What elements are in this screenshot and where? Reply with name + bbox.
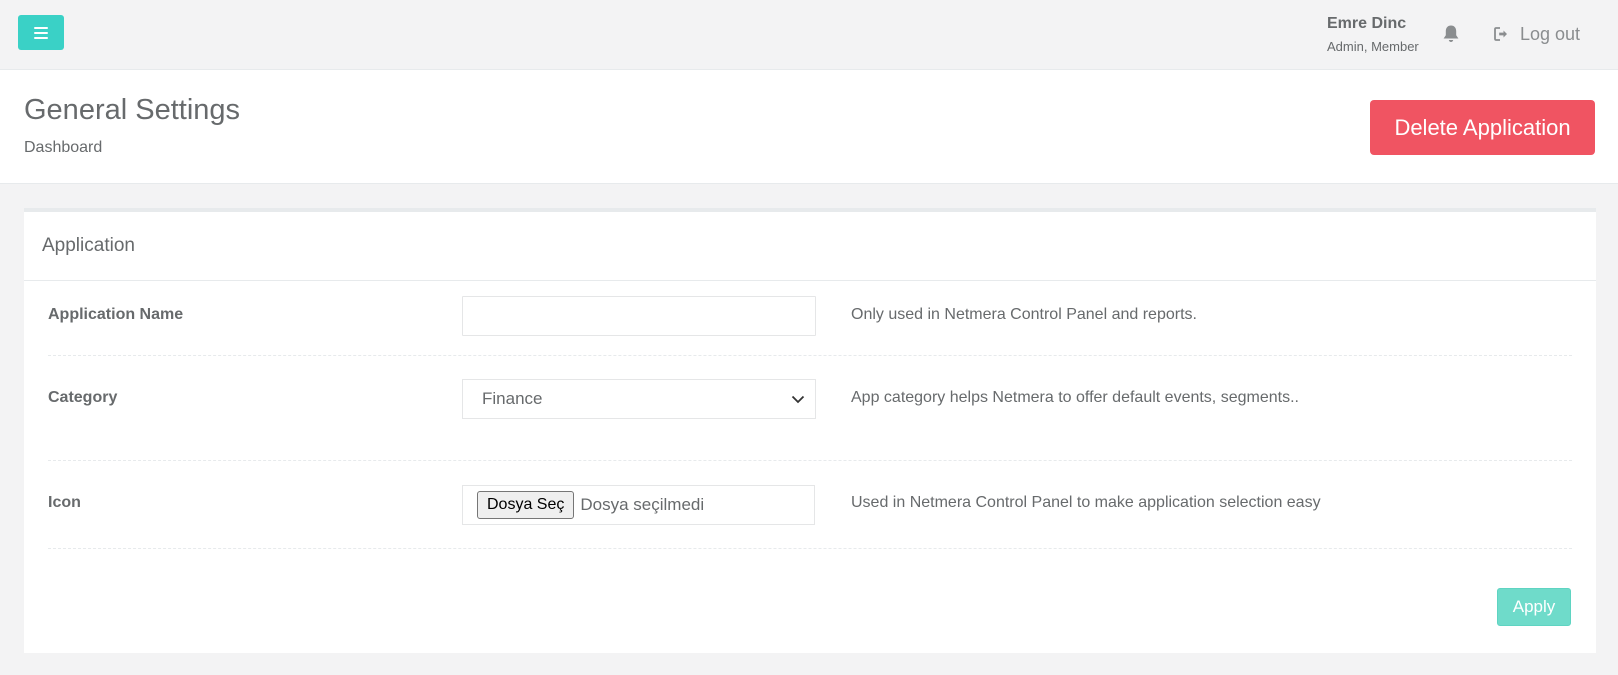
logout-label: Log out	[1520, 23, 1581, 44]
menu-toggle-button[interactable]	[18, 15, 64, 50]
apply-button[interactable]: Apply	[1497, 588, 1571, 626]
icon-file-input: Dosya Seç Dosya seçilmedi	[462, 485, 815, 525]
choose-file-button[interactable]: Dosya Seç	[477, 491, 575, 519]
icon-label: Icon	[48, 494, 81, 511]
application-name-row: Application Name Only used in Netmera Co…	[48, 286, 1572, 356]
category-row: Category Finance App category helps Netm…	[48, 356, 1572, 461]
user-info: Emre Dinc Admin, Member	[1327, 14, 1437, 56]
card-header: Application	[24, 212, 1596, 281]
card-title: Application	[42, 235, 135, 256]
application-name-input[interactable]	[462, 296, 816, 336]
category-selected-value: Finance	[482, 389, 543, 408]
application-name-help: Only used in Netmera Control Panel and r…	[851, 306, 1197, 323]
page-title: General Settings	[24, 94, 241, 126]
category-label: Category	[48, 389, 118, 406]
breadcrumb-dashboard[interactable]: Dashboard	[24, 138, 102, 158]
delete-application-button[interactable]: Delete Application	[1370, 100, 1595, 155]
icon-help: Used in Netmera Control Panel to make ap…	[851, 494, 1321, 511]
category-help: App category helps Netmera to offer defa…	[851, 389, 1299, 406]
application-name-label: Application Name	[48, 306, 184, 323]
category-select[interactable]: Finance	[462, 379, 816, 419]
logout-link[interactable]: Log out	[1494, 22, 1580, 46]
user-name: Emre Dinc	[1327, 15, 1407, 32]
bell-icon[interactable]	[1442, 24, 1460, 44]
top-navbar: Emre Dinc Admin, Member Log out	[0, 0, 1618, 70]
chevron-down-icon	[791, 395, 805, 403]
icon-row: Icon Dosya Seç Dosya seçilmedi Used in N…	[48, 461, 1572, 549]
file-status: Dosya seçilmedi	[580, 495, 705, 514]
page-heading: General Settings Dashboard Delete Applic…	[0, 70, 1618, 184]
application-card: Application Application Name Only used i…	[24, 208, 1596, 653]
hamburger-icon	[34, 26, 48, 39]
sign-out-icon	[1494, 27, 1507, 41]
user-role: Admin, Member	[1327, 39, 1419, 54]
